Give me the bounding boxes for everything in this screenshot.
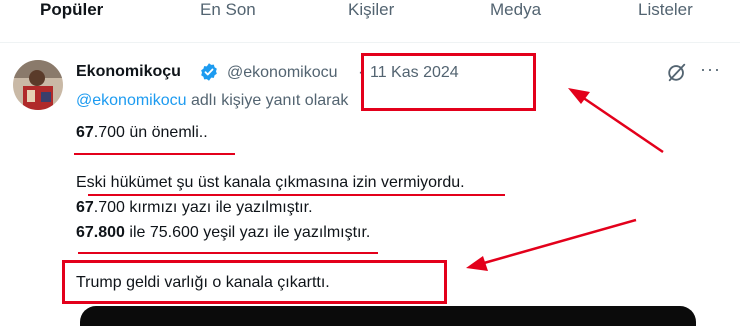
reply-suffix: adlı kişiye yanıt olarak — [186, 92, 349, 109]
tweet-text-line: 67.800 ile 75.600 yeşil yazı ile yazılmı… — [76, 224, 370, 242]
annotation-box-date — [361, 53, 536, 111]
tweet-text-rest: Eski hükümet şu üst kanala çıkmasına izi… — [76, 174, 465, 191]
tweet-text-line: 67.700 kırmızı yazı ile yazılmıştır. — [76, 199, 313, 217]
tabs-divider — [0, 42, 740, 43]
annotation-underline — [74, 153, 235, 155]
media-preview[interactable] — [80, 306, 696, 326]
reply-mention-link[interactable]: @ekonomikocu — [76, 92, 187, 109]
tab-popular[interactable]: Popüler — [40, 0, 103, 20]
annotation-box-line — [62, 260, 447, 304]
reply-context: @ekonomikocu adlı kişiye yanıt olarak — [76, 92, 348, 110]
tweet-text-rest: .700 kırmızı yazı ile yazılmıştır. — [93, 199, 313, 216]
verified-badge-icon — [201, 63, 217, 81]
tab-lists[interactable]: Listeler — [638, 0, 693, 20]
annotation-underline — [88, 194, 505, 196]
grok-icon[interactable] — [666, 61, 688, 83]
tweet-text-line: Eski hükümet şu üst kanala çıkmasına izi… — [76, 174, 465, 192]
search-tabs: Popüler En Son Kişiler Medya Listeler — [0, 0, 740, 30]
tweet-text-rest: ile 75.600 yeşil yazı ile yazılmıştır. — [124, 224, 371, 241]
avatar[interactable] — [13, 60, 63, 110]
tab-latest[interactable]: En Son — [200, 0, 256, 20]
annotation-underline — [78, 252, 378, 254]
tweet-text-bold: 67 — [76, 199, 94, 216]
tweet-text-line: 67.700 ün önemli.. — [76, 124, 208, 142]
tweet-text-bold: 67.800 — [76, 224, 125, 241]
tab-media[interactable]: Medya — [490, 0, 541, 20]
author-name[interactable]: Ekonomikoçu — [76, 63, 181, 81]
tab-people[interactable]: Kişiler — [348, 0, 394, 20]
author-handle[interactable]: @ekonomikocu — [227, 64, 338, 82]
tweet-text-bold: 67 — [76, 124, 94, 141]
more-icon[interactable]: ··· — [700, 59, 721, 80]
tweet-text-rest: .700 ün önemli.. — [93, 124, 208, 141]
